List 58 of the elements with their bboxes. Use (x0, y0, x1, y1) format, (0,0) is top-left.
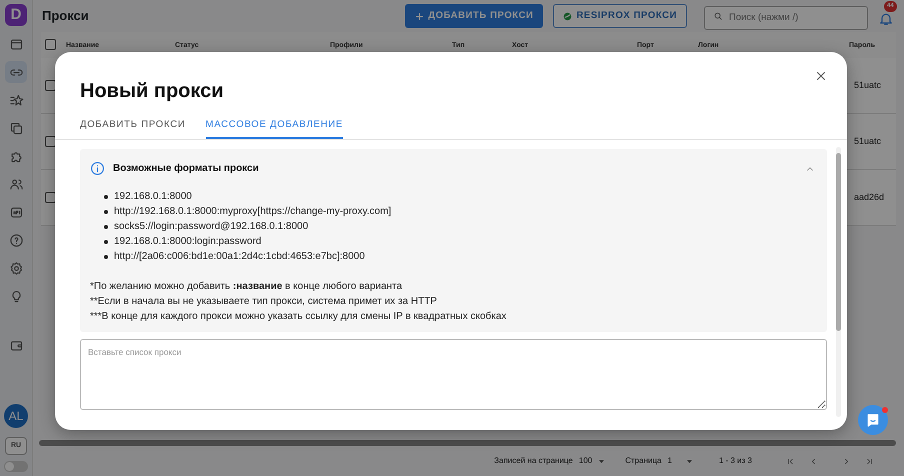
last-page-icon[interactable] (865, 456, 874, 466)
bullet-icon (104, 240, 108, 244)
row-checkbox[interactable] (45, 192, 56, 203)
table-cell-text: aad26d (854, 190, 884, 204)
previous-page-icon[interactable] (809, 456, 818, 466)
rows-per-page-select[interactable]: 100 (578, 455, 592, 467)
note-text: ***В конце для каждого прокси можно указать ссылку для смены IP в квадратных скобках (90, 310, 508, 324)
users-icon (8, 176, 24, 192)
help-icon (8, 232, 24, 248)
row-checkbox[interactable] (45, 136, 56, 147)
format-example: http://[2a06:c006:bd1e:00a1:2d4c:1cbd:4653:e7bc]:8000 (114, 250, 365, 264)
bullet-icon (104, 224, 108, 229)
bullet-icon (104, 254, 108, 259)
bullet-icon (104, 210, 108, 214)
select-all-checkbox[interactable] (45, 39, 56, 50)
info-title: Возможные форматы прокси (113, 162, 259, 176)
format-example: 192.168.0.1:8000:login:password (114, 235, 262, 250)
browser-window-icon (8, 36, 24, 52)
caret-icon[interactable] (686, 458, 693, 464)
format-example: 192.168.0.1:8000 (114, 190, 192, 204)
chat-icon (865, 412, 881, 428)
proxy-list-field[interactable]: Вставьте список прокси (80, 339, 827, 410)
modal-title: Новый прокси (80, 79, 224, 104)
caret-icon[interactable] (598, 458, 606, 464)
next-page-icon[interactable] (842, 456, 851, 466)
rows-per-page-label: Записей на странице (494, 455, 573, 467)
format-example: socks5://login:password@192.168.0.1:8000 (114, 220, 308, 234)
note-text: **Если в начала вы не указываете тип прокси, система примет их за HTTP (90, 295, 438, 310)
search-icon (713, 11, 723, 21)
horizontal-scrollbar[interactable] (39, 440, 896, 446)
plus-icon (415, 12, 424, 20)
bullet-icon (104, 194, 108, 199)
theme-toggle[interactable] (4, 461, 28, 472)
search-field[interactable]: Поиск (нажми /) (704, 6, 868, 30)
page-label: Страница (625, 455, 662, 467)
page-select[interactable]: 1 (668, 455, 672, 467)
resiprox-button[interactable]: RESIPROX ПРОКСИ (553, 4, 687, 28)
leaf-icon (563, 12, 572, 20)
format-example: http://192.168.0.1:8000:myproxy[https://change-my-proxy.com] (114, 205, 392, 220)
page-title: Прокси (41, 7, 89, 26)
api-icon (8, 204, 24, 220)
user-avatar[interactable]: AL (4, 404, 28, 428)
table-cell-text: 51uatc (854, 134, 882, 148)
add-proxy-button[interactable]: ДОБАВИТЬ ПРОКСИ (405, 4, 544, 28)
close-icon (815, 70, 827, 82)
tab[interactable]: ДОБАВИТЬ ПРОКСИ (80, 118, 186, 140)
settings-icon (8, 260, 24, 276)
row-checkbox[interactable] (45, 80, 56, 91)
note-text: *По желанию можно добавить :название в конце любого варианта (90, 280, 404, 294)
copy-icon (8, 120, 24, 136)
sidebar-item[interactable] (5, 61, 27, 83)
first-page-icon[interactable] (786, 456, 795, 466)
sparkle-list-icon (8, 92, 24, 108)
page-range: 1 - 3 из 3 (718, 455, 752, 467)
app-logo[interactable]: D (5, 4, 27, 26)
vertical-scrollbar[interactable] (836, 147, 841, 418)
info-icon (90, 161, 105, 176)
table-cell-text: 51uatc (854, 78, 882, 92)
